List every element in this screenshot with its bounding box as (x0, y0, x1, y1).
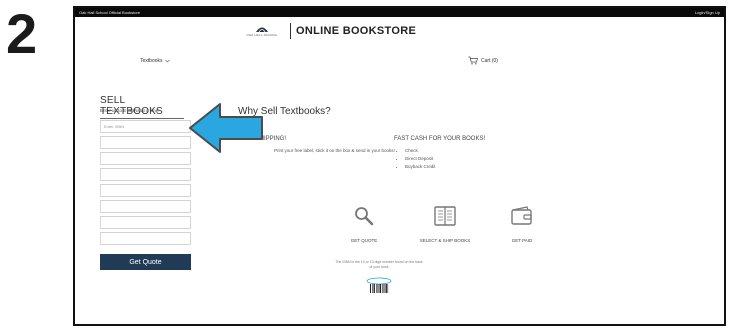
isbn-input-8[interactable] (100, 232, 191, 245)
step-label: SELECT & SHIP BOOKS (419, 238, 471, 243)
brand-divider (290, 23, 291, 39)
isbn-input-3[interactable] (100, 152, 191, 165)
textbooks-menu[interactable]: Textbooks (140, 58, 170, 64)
isbn-input-5[interactable] (100, 184, 191, 197)
page-title: ONLINE BOOKSTORE (296, 25, 417, 37)
step-number: 2 (6, 2, 38, 65)
payment-option: Buyback Credit (405, 163, 436, 171)
isbn-input-4[interactable] (100, 168, 191, 181)
isbn-input-1[interactable] (100, 120, 191, 133)
wallet-icon (511, 206, 532, 225)
fast-cash-heading: FAST CASH FOR YOUR BOOKS! (394, 136, 486, 142)
payment-options-list: Check Direct Deposit Buyback Credit (398, 147, 436, 171)
site-name-link[interactable]: Oak Hall School Official Bookstore (79, 8, 140, 17)
site-brand[interactable]: OAK HALL SCHOOL ONLINE BOOKSTORE (236, 20, 416, 42)
payment-option: Check (405, 147, 436, 155)
isbn-input-6[interactable] (100, 200, 191, 213)
cart-label: Cart (0) (481, 57, 498, 64)
step-label: GET QUOTE (350, 238, 378, 243)
callout-arrow-icon (189, 103, 263, 153)
free-shipping-description: Print your free label, stick it on the b… (274, 148, 395, 153)
payment-option: Direct Deposit (405, 155, 436, 163)
step-get-quote: GET QUOTE (344, 204, 384, 243)
logo-text: OAK HALL SCHOOL (246, 33, 278, 37)
barcode-icon (366, 277, 392, 293)
step-get-paid: GET PAID (502, 204, 542, 243)
isbn-input-list (100, 120, 191, 245)
textbooks-menu-label: Textbooks (140, 58, 163, 64)
cart-link[interactable]: Cart (0) (468, 56, 498, 65)
book-icon (434, 206, 456, 226)
sell-textbooks-heading: SELL TEXTBOOKS (100, 95, 184, 119)
school-crest-icon (256, 27, 268, 33)
cart-icon (468, 56, 478, 65)
top-bar: Oak Hall School Official Bookstore Login… (75, 8, 724, 17)
isbn-input-7[interactable] (100, 216, 191, 229)
login-link[interactable]: Login/Sign Up (695, 8, 720, 17)
get-quote-button[interactable]: Get Quote (100, 254, 191, 270)
chevron-down-icon (164, 59, 170, 63)
step-select-ship: SELECT & SHIP BOOKS (410, 204, 480, 243)
isbn-help-text: The ISBN is the 10 or 13 digit number fo… (335, 260, 423, 269)
isbn-input-2[interactable] (100, 136, 191, 149)
isbn-instructions: Enter up to 8 ISBNs at a time: (100, 108, 160, 113)
step-label: GET PAID (511, 238, 533, 243)
school-logo: OAK HALL SCHOOL (236, 25, 288, 37)
magnifier-icon (355, 207, 374, 226)
